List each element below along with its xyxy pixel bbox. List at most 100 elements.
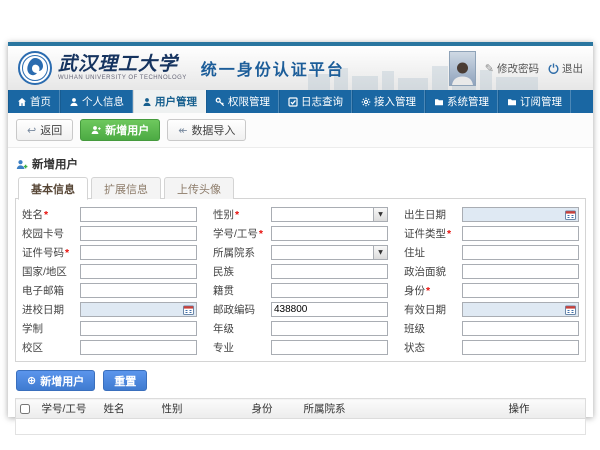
gender-select[interactable]: ▼ (271, 207, 388, 222)
form-field-entry-date: 进校日期 (22, 302, 197, 317)
reset-button[interactable]: 重置 (103, 370, 147, 391)
pencil-icon: ✎ (485, 62, 494, 75)
address-input[interactable] (462, 245, 579, 260)
form-field-name: 姓名* (22, 207, 197, 222)
calendar-icon[interactable] (565, 305, 576, 315)
screenshot-canvas: 武汉理工大学 WUHAN UNIVERSITY OF TECHNOLOGY 统一… (0, 0, 600, 450)
chevron-down-icon[interactable]: ▼ (373, 246, 387, 259)
chevron-down-icon[interactable]: ▼ (373, 208, 387, 221)
user-icon (69, 97, 79, 107)
nav-item-permission-management[interactable]: 权限管理 (206, 90, 279, 113)
tab-extended-info[interactable]: 扩展信息 (91, 177, 161, 199)
user-avatar[interactable] (449, 51, 476, 86)
grade-input[interactable] (271, 321, 388, 336)
nav-item-access-management[interactable]: 接入管理 (352, 90, 425, 113)
column-header: 性别 (158, 399, 248, 419)
id-number-input[interactable] (80, 245, 197, 260)
nav-item-profile[interactable]: 个人信息 (60, 90, 133, 113)
column-header: 姓名 (100, 399, 158, 419)
nav-item-home[interactable]: 首页 (8, 90, 60, 113)
back-arrow-icon: ↩ (27, 125, 36, 136)
form-field-political-status: 政治面貌 (404, 264, 579, 279)
data-import-button[interactable]: ↞ 数据导入 (167, 119, 246, 141)
form-field-id-type: 证件类型* (404, 226, 579, 241)
student-staff-no-input[interactable] (271, 226, 388, 241)
form-field-status: 状态 (404, 340, 579, 355)
class-input[interactable] (462, 321, 579, 336)
field-label: 性别 (213, 209, 234, 221)
platform-title: 统一身份认证平台 (201, 56, 345, 80)
plus-circle-icon: ⊕ (27, 375, 36, 386)
users-table-empty-row (16, 419, 586, 435)
users-table-header-row: 学号/工号姓名性别身份所属院系操作 (16, 399, 586, 419)
calendar-icon[interactable] (565, 210, 576, 220)
university-logo (18, 51, 52, 85)
valid-date-input[interactable] (462, 302, 579, 317)
campus-input[interactable] (80, 340, 197, 355)
section-title: 新增用户 (15, 153, 586, 177)
change-password-link[interactable]: ✎ 修改密码 (485, 61, 539, 76)
ethnicity-input[interactable] (271, 264, 388, 279)
select-all-checkbox[interactable] (20, 404, 30, 414)
university-name: 武汉理工大学 (58, 55, 187, 74)
back-button[interactable]: ↩ 返回 (16, 119, 73, 141)
status-input[interactable] (462, 340, 579, 355)
header-user-area: ✎ 修改密码 退出 (449, 51, 583, 86)
nav-item-label: 首页 (30, 94, 51, 109)
add-user-button[interactable]: 新增用户 (80, 119, 160, 141)
field-label: 身份 (404, 285, 425, 297)
field-label: 邮政编码 (213, 304, 255, 316)
department-select[interactable]: ▼ (271, 245, 388, 260)
tab-basic-info[interactable]: 基本信息 (18, 177, 88, 200)
section-title-label: 新增用户 (32, 156, 78, 172)
field-label: 校区 (22, 342, 43, 354)
nav-item-user-management[interactable]: 用户管理 (133, 90, 206, 113)
nav-item-label: 接入管理 (374, 94, 416, 109)
country-region-input[interactable] (80, 264, 197, 279)
postal-code-input[interactable] (271, 302, 388, 317)
field-label: 学制 (22, 323, 43, 335)
major-input[interactable] (271, 340, 388, 355)
schooling-length-input[interactable] (80, 321, 197, 336)
tab-upload-avatar[interactable]: 上传头像 (164, 177, 234, 199)
home-icon (17, 97, 27, 107)
required-asterisk: * (44, 209, 48, 221)
back-label: 返回 (40, 122, 62, 138)
native-place-input[interactable] (271, 283, 388, 298)
university-name-en: WUHAN UNIVERSITY OF TECHNOLOGY (58, 75, 187, 81)
form-field-grade: 年级 (213, 321, 388, 336)
nav-item-subscription-management[interactable]: 订阅管理 (498, 90, 571, 113)
email-input[interactable] (80, 283, 197, 298)
form-field-address: 住址 (404, 245, 579, 260)
entry-date-input[interactable] (80, 302, 197, 317)
campus-card-no-input[interactable] (80, 226, 197, 241)
form-tabs: 基本信息扩展信息上传头像 (15, 177, 586, 199)
new-user-form: 姓名*性别*▼出生日期校园卡号学号/工号*证件类型*证件号码*所属院系▼住址国家… (22, 207, 579, 355)
app-header: 武汉理工大学 WUHAN UNIVERSITY OF TECHNOLOGY 统一… (8, 46, 593, 90)
field-label: 姓名 (22, 209, 43, 221)
column-header: 操作 (505, 399, 586, 419)
field-label: 所属院系 (213, 247, 255, 259)
toolbar: ↩ 返回 新增用户 ↞ 数据导入 (8, 113, 593, 148)
name-input[interactable] (80, 207, 197, 222)
nav-item-log-query[interactable]: 日志查询 (279, 90, 352, 113)
university-titles: 武汉理工大学 WUHAN UNIVERSITY OF TECHNOLOGY (58, 55, 187, 81)
field-label: 年级 (213, 323, 234, 335)
nav-item-system-management[interactable]: 系统管理 (425, 90, 498, 113)
submit-add-user-button[interactable]: ⊕ 新增用户 (16, 370, 95, 391)
form-field-native-place: 籍贯 (213, 283, 388, 298)
id-type-input[interactable] (462, 226, 579, 241)
identity-input[interactable] (462, 283, 579, 298)
select-all-cell (16, 399, 38, 419)
birth-date-input[interactable] (462, 207, 579, 222)
political-status-input[interactable] (462, 264, 579, 279)
calendar-icon[interactable] (183, 305, 194, 315)
form-field-birth-date: 出生日期 (404, 207, 579, 222)
form-field-schooling-length: 学制 (22, 321, 197, 336)
form-field-campus-card-no: 校园卡号 (22, 226, 197, 241)
form-field-campus: 校区 (22, 340, 197, 355)
form-actions: ⊕ 新增用户 重置 (15, 362, 586, 398)
field-label: 状态 (404, 342, 425, 354)
logout-link[interactable]: 退出 (548, 61, 583, 76)
field-label: 专业 (213, 342, 234, 354)
